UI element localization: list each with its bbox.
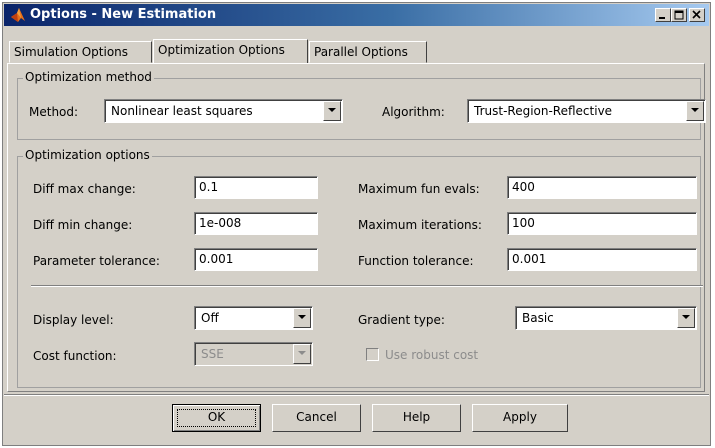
parameter-tolerance-label: Parameter tolerance:	[33, 254, 160, 268]
method-value: Nonlinear least squares	[111, 104, 253, 118]
display-level-value: Off	[201, 311, 219, 325]
algorithm-select[interactable]: Trust-Region-Reflective	[467, 99, 706, 123]
max-iterations-value: 100	[512, 216, 535, 230]
diff-max-change-value: 0.1	[199, 180, 219, 194]
display-level-select[interactable]: Off	[194, 306, 313, 330]
robust-cost-checkbox	[366, 348, 379, 361]
minimize-icon[interactable]	[655, 8, 671, 22]
window-title: Options - New Estimation	[30, 7, 217, 22]
method-label: Method:	[29, 105, 79, 119]
cost-function-value: SSE	[201, 347, 224, 361]
tab-simulation-options[interactable]: Simulation Options	[9, 41, 152, 63]
tab-label: Parallel Options	[314, 45, 408, 59]
max-fun-evals-field[interactable]: 400	[507, 176, 697, 199]
help-button-label: Help	[402, 410, 431, 424]
max-fun-evals-value: 400	[512, 180, 535, 194]
ok-button[interactable]: OK	[172, 404, 261, 432]
close-icon[interactable]	[689, 8, 705, 22]
display-level-label: Display level:	[33, 313, 114, 327]
algorithm-value: Trust-Region-Reflective	[474, 104, 613, 118]
robust-cost-label: Use robust cost	[385, 348, 479, 362]
method-select[interactable]: Nonlinear least squares	[104, 99, 343, 123]
max-iterations-field[interactable]: 100	[507, 212, 697, 235]
maximize-icon[interactable]	[671, 8, 687, 22]
gradient-type-value: Basic	[522, 311, 554, 325]
max-fun-evals-label: Maximum fun evals:	[358, 182, 480, 196]
tab-label: Optimization Options	[158, 43, 285, 57]
apply-button[interactable]: Apply	[472, 404, 568, 432]
help-button[interactable]: Help	[372, 404, 461, 432]
cancel-button-label: Cancel	[296, 410, 337, 424]
chevron-down-icon[interactable]	[293, 308, 311, 328]
chevron-down-icon[interactable]	[677, 308, 695, 328]
chevron-down-icon[interactable]	[323, 101, 341, 121]
chevron-down-icon	[293, 344, 311, 364]
ok-button-label: OK	[207, 410, 226, 424]
gradient-type-select[interactable]: Basic	[515, 306, 697, 330]
group-legend: Optimization method	[23, 70, 154, 84]
diff-min-change-label: Diff min change:	[33, 218, 133, 232]
tab-optimization-options[interactable]: Optimization Options	[153, 39, 308, 63]
matlab-icon	[10, 7, 26, 23]
apply-button-label: Apply	[503, 410, 537, 424]
max-iterations-label: Maximum iterations:	[358, 218, 482, 232]
button-bar-divider	[4, 394, 709, 396]
diff-max-change-label: Diff max change:	[33, 182, 136, 196]
tab-parallel-options[interactable]: Parallel Options	[309, 41, 427, 63]
cost-function-label: Cost function:	[33, 349, 117, 363]
divider	[31, 285, 703, 287]
parameter-tolerance-value: 0.001	[199, 252, 234, 266]
diff-min-change-field[interactable]: 1e-008	[194, 212, 318, 235]
tab-label: Simulation Options	[14, 45, 129, 59]
function-tolerance-label: Function tolerance:	[358, 254, 474, 268]
gradient-type-label: Gradient type:	[358, 313, 445, 327]
function-tolerance-value: 0.001	[512, 252, 547, 266]
cost-function-select: SSE	[194, 342, 313, 366]
chevron-down-icon[interactable]	[686, 101, 704, 121]
diff-max-change-field[interactable]: 0.1	[194, 176, 318, 199]
title-bar[interactable]: Options - New Estimation	[4, 4, 709, 26]
function-tolerance-field[interactable]: 0.001	[507, 248, 697, 271]
cancel-button[interactable]: Cancel	[272, 404, 361, 432]
parameter-tolerance-field[interactable]: 0.001	[194, 248, 318, 271]
algorithm-label: Algorithm:	[382, 105, 445, 119]
group-legend: Optimization options	[23, 148, 152, 162]
diff-min-change-value: 1e-008	[199, 216, 242, 230]
tab-panel: Optimization method Method: Nonlinear le…	[7, 63, 706, 392]
